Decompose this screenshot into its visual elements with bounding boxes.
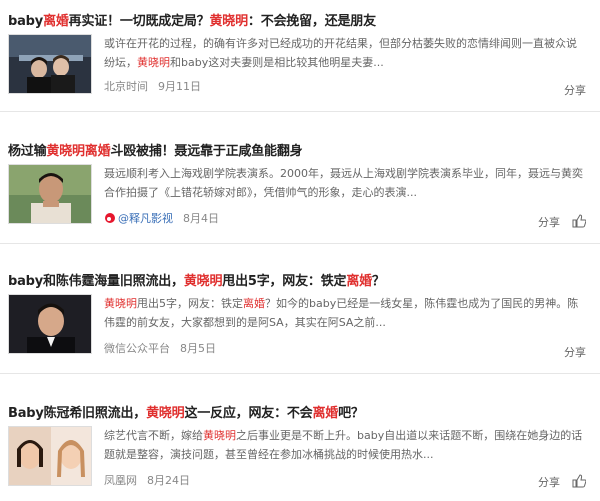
thumbs-up-icon[interactable] (572, 214, 586, 228)
news-source[interactable]: 凤凰网 (104, 474, 137, 487)
news-thumbnail[interactable] (8, 426, 92, 486)
thumbs-up-icon[interactable] (572, 474, 586, 488)
share-button[interactable]: 分享 (538, 474, 560, 490)
news-item[interactable]: baby离婚再实证！一切既成定局？黄晓明：不会挽留，还是朋友 或许在开花的过程，… (0, 0, 600, 112)
news-description: 综艺代言不断，嫁给黄晓明之后事业更是不断上升。baby自出道以来话题不断，围绕在… (104, 426, 584, 464)
desc-keyword: 黄晓明 (104, 297, 137, 310)
share-button[interactable]: 分享 (538, 214, 560, 230)
news-date: 8月24日 (147, 474, 190, 487)
title-text: 甩出5字，网友：铁定 (222, 274, 347, 289)
desc-keyword: 离婚 (243, 297, 265, 310)
news-title[interactable]: baby和陈伟霆海量旧照流出，黄晓明甩出5字，网友：铁定离婚？ (8, 270, 385, 289)
title-text: 再实证！一切既成定局？ (68, 14, 210, 29)
news-meta: 微信公众平台 8月5日 (104, 340, 216, 356)
news-description: 黄晓明甩出5字，网友：铁定离婚？如今的baby已经是一线女星，陈伟霆也成为了国民… (104, 294, 584, 332)
title-text: baby和陈伟霆海量旧照流出， (8, 274, 184, 289)
title-keyword: 黄晓明离婚 (46, 144, 111, 159)
desc-keyword: 黄晓明 (137, 56, 170, 69)
news-title[interactable]: baby离婚再实证！一切既成定局？黄晓明：不会挽留，还是朋友 (8, 10, 376, 29)
news-title[interactable]: Baby陈冠希旧照流出，黄晓明这一反应，网友：不会离婚吧？ (8, 402, 364, 421)
title-text: 吧？ (338, 406, 364, 421)
news-date: 9月11日 (158, 80, 201, 93)
news-thumbnail[interactable] (8, 164, 92, 224)
title-text: 这一反应，网友：不会 (184, 406, 313, 421)
news-description: 聂远顺利考入上海戏剧学院表演系。2000年，聂远从上海戏剧学院表演系毕业，同年，… (104, 164, 584, 202)
title-keyword: 离婚 (43, 14, 69, 29)
news-item[interactable]: Baby陈冠希旧照流出，黄晓明这一反应，网友：不会离婚吧？ 综艺代言不断，嫁给黄… (0, 392, 600, 501)
news-description: 或许在开花的过程，的确有许多对已经成功的开花结果，但部分枯萎失败的恋情绯闻则一直… (104, 34, 584, 72)
news-source[interactable]: 微信公众平台 (104, 342, 170, 355)
title-keyword: 黄晓明 (209, 14, 248, 29)
title-text: baby (8, 14, 44, 29)
title-text: 杨过输 (8, 144, 47, 159)
title-keyword: 离婚 (346, 274, 372, 289)
share-button[interactable]: 分享 (564, 344, 586, 360)
news-title[interactable]: 杨过输黄晓明离婚斗殴被捕！聂远靠于正咸鱼能翻身 (8, 140, 303, 159)
news-meta: @释凡影视 8月4日 (104, 210, 219, 226)
news-thumbnail[interactable] (8, 34, 92, 94)
title-keyword: 黄晓明 (146, 406, 185, 421)
desc-text: 甩出5字，网友：铁定 (137, 297, 243, 310)
title-text: ：不会挽留，还是朋友 (247, 14, 376, 29)
title-keyword: 离婚 (312, 406, 339, 421)
weibo-icon (105, 213, 115, 223)
news-date: 8月5日 (180, 342, 216, 355)
news-meta: 凤凰网 8月24日 (104, 472, 190, 488)
title-text: Baby陈冠希旧照流出， (8, 406, 147, 421)
news-source[interactable]: @释凡影视 (118, 212, 173, 225)
news-meta: 北京时间 9月11日 (104, 78, 201, 94)
desc-text: 和baby这对夫妻则是相比较其他明星夫妻... (170, 56, 384, 69)
news-date: 8月4日 (183, 212, 219, 225)
title-text: 斗殴被捕！聂远靠于正咸鱼能翻身 (110, 144, 303, 159)
title-text: ？ (371, 274, 385, 289)
news-feed: baby离婚再实证！一切既成定局？黄晓明：不会挽留，还是朋友 或许在开花的过程，… (0, 0, 600, 501)
desc-keyword: 黄晓明 (203, 429, 236, 442)
share-button[interactable]: 分享 (564, 82, 586, 98)
news-item[interactable]: 杨过输黄晓明离婚斗殴被捕！聂远靠于正咸鱼能翻身 聂远顺利考入上海戏剧学院表演系。… (0, 130, 600, 244)
news-source[interactable]: 北京时间 (104, 80, 148, 93)
desc-text: 综艺代言不断，嫁给 (104, 429, 203, 442)
title-keyword: 黄晓明 (183, 274, 223, 289)
news-item[interactable]: baby和陈伟霆海量旧照流出，黄晓明甩出5字，网友：铁定离婚？ 黄晓明甩出5字，… (0, 260, 600, 374)
news-thumbnail[interactable] (8, 294, 92, 354)
desc-text: 聂远顺利考入上海戏剧学院表演系。2000年，聂远从上海戏剧学院表演系毕业，同年，… (104, 167, 583, 199)
